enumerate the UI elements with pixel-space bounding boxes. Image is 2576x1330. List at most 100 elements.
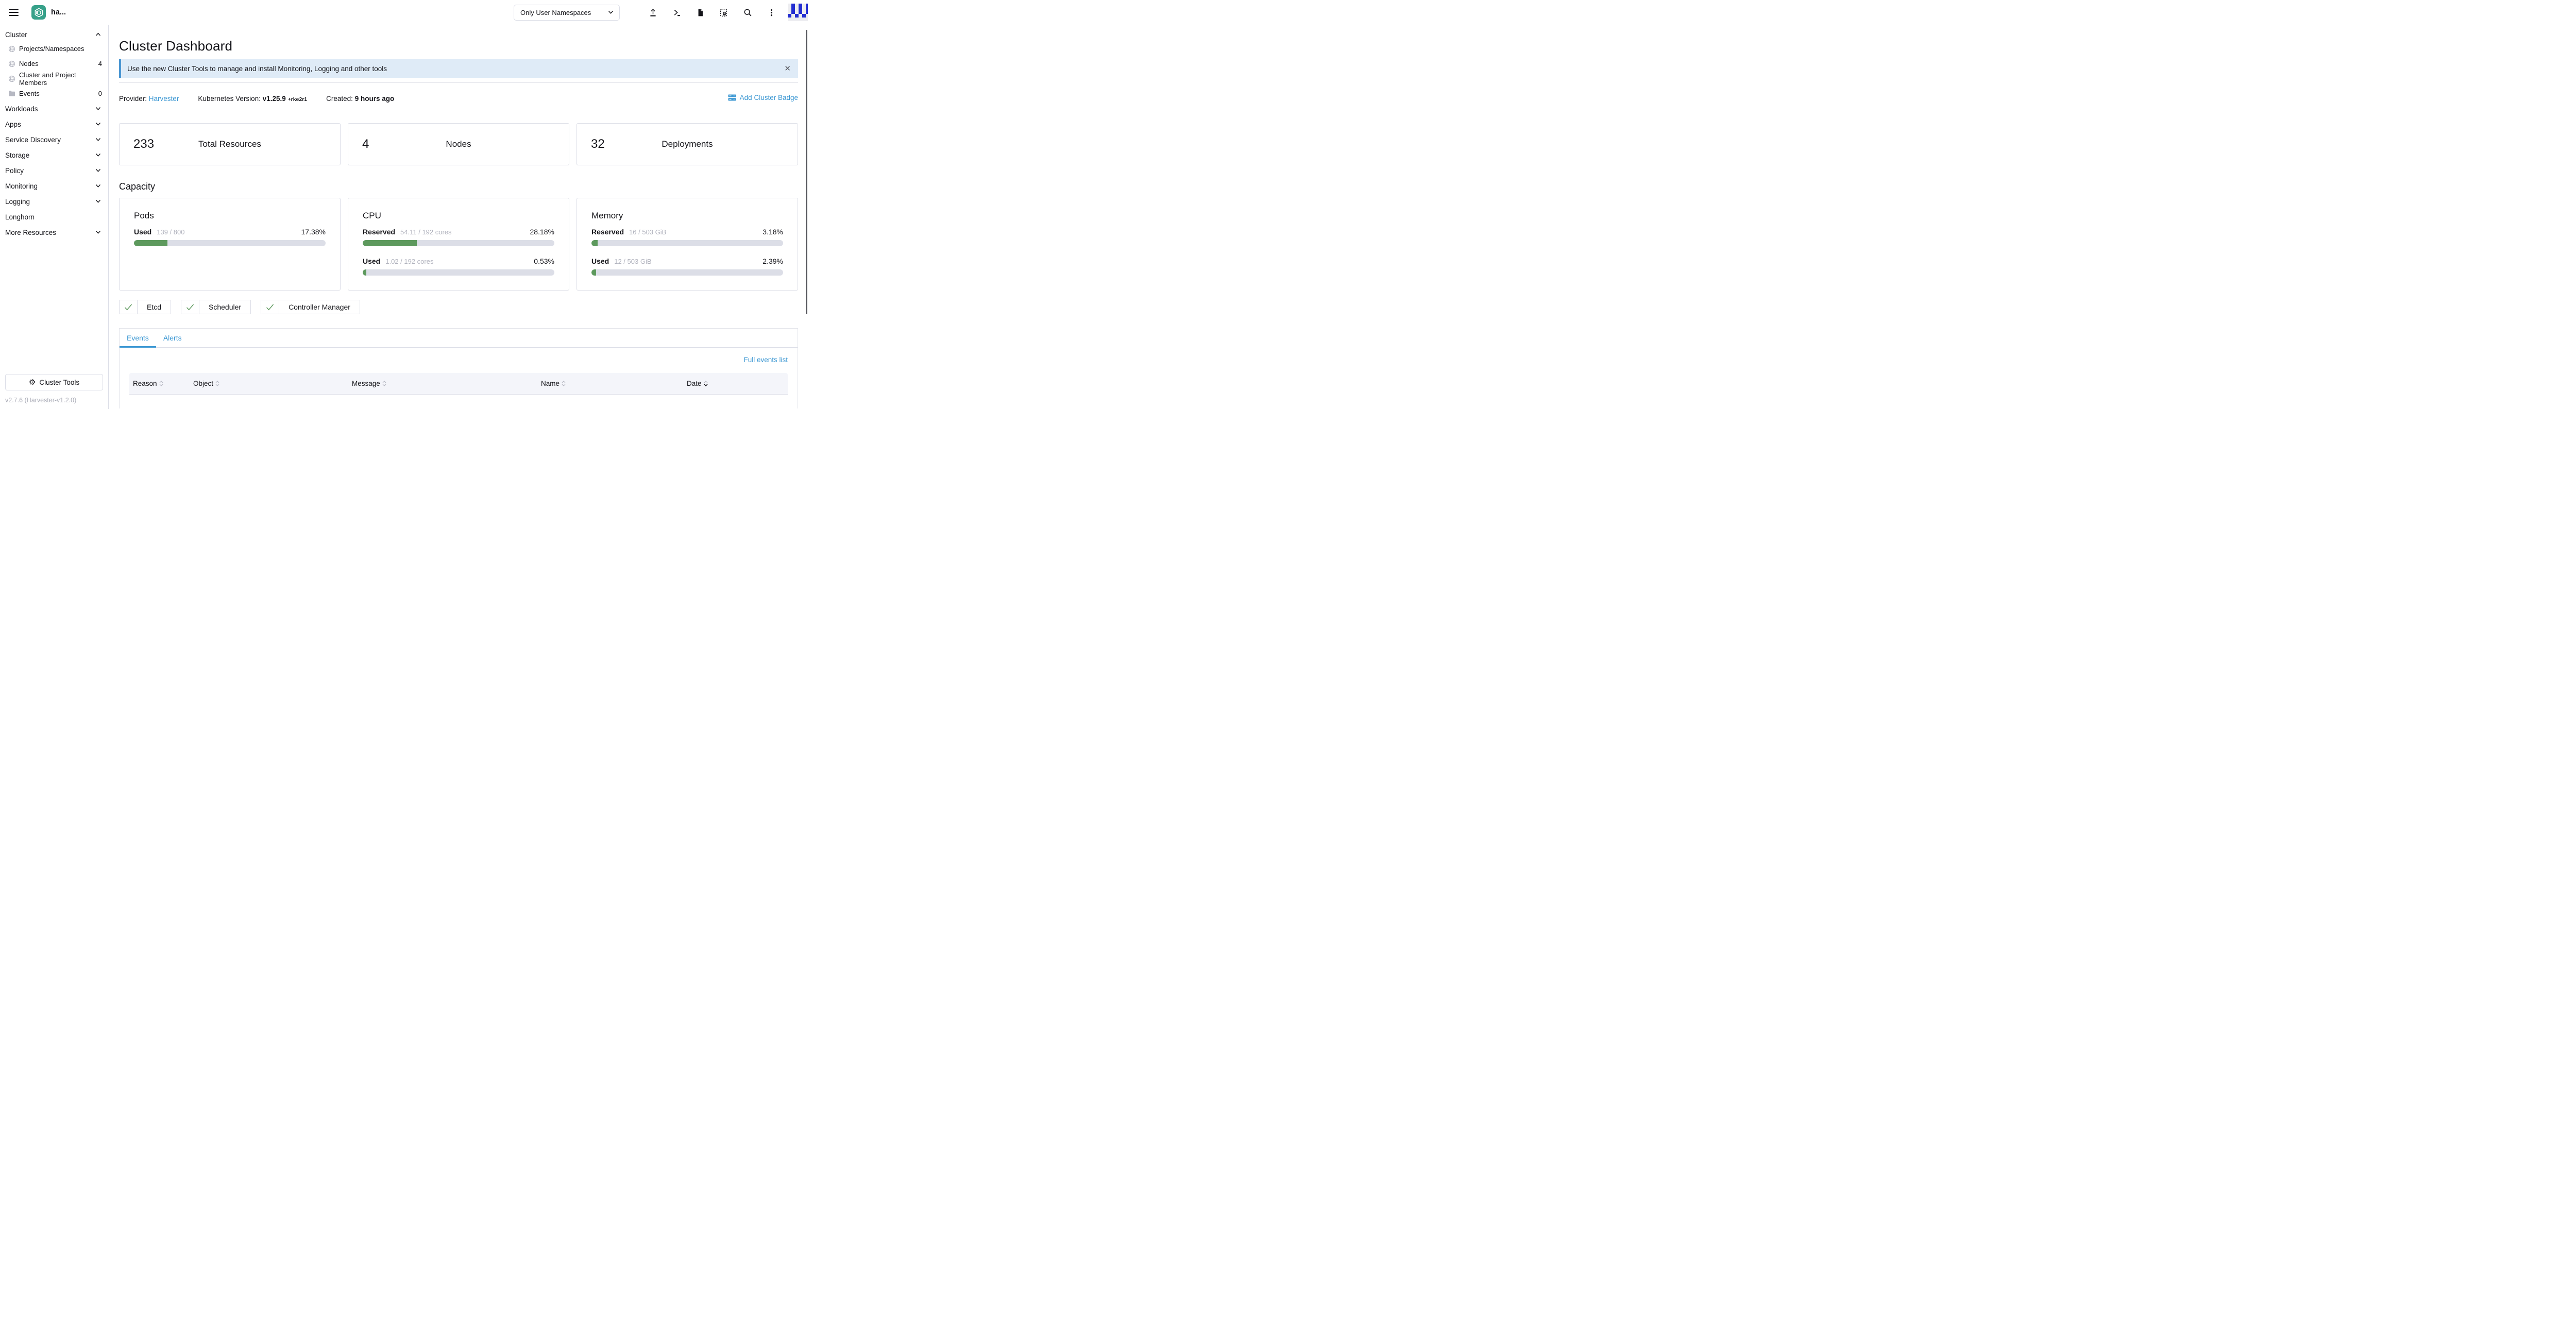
sidebar-item-nodes[interactable]: Nodes 4 (0, 56, 108, 71)
memory-used-label: Used (591, 257, 609, 265)
memory-used-percent: 2.39% (762, 257, 783, 265)
etcd-label: Etcd (138, 300, 171, 314)
sidebar-item-events[interactable]: Events 0 (0, 86, 108, 101)
kebab-menu-icon[interactable] (767, 8, 776, 17)
cluster-info-row: Provider: Harvester Kubernetes Version: … (119, 94, 798, 103)
etcd-status-badge: Etcd (119, 300, 171, 314)
search-icon[interactable] (743, 8, 752, 17)
sidebar-spacer (0, 240, 108, 374)
sidebar-group-label: Monitoring (5, 182, 38, 190)
column-label: Name (541, 380, 560, 387)
cpu-used-row: Used 1.02 / 192 cores 0.53% (363, 257, 554, 265)
nodes-label: Nodes (348, 139, 569, 149)
provider-link[interactable]: Harvester (149, 95, 179, 103)
chevron-down-icon (95, 122, 101, 126)
created-info: Created: 9 hours ago (326, 95, 394, 103)
user-avatar[interactable] (788, 4, 808, 21)
sidebar-item-label: Cluster and Project Members (19, 71, 102, 87)
cpu-reserved-progress-fill (363, 240, 417, 246)
chevron-down-icon (95, 153, 101, 157)
main-content: Cluster Dashboard Use the new Cluster To… (109, 25, 808, 409)
sidebar-group-label: Workloads (5, 105, 38, 113)
vertical-scrollbar[interactable] (806, 30, 807, 314)
harvester-logo[interactable] (31, 5, 46, 20)
cpu-reserved-progress-bar (363, 240, 554, 246)
capacity-heading: Capacity (119, 181, 798, 192)
column-header-reason[interactable]: Reason (129, 380, 190, 387)
cluster-tools-button[interactable]: ⚙ Cluster Tools (5, 374, 103, 390)
page-title: Cluster Dashboard (119, 38, 798, 54)
sidebar-group-label: Logging (5, 198, 30, 206)
nodes-card: 4 Nodes (348, 123, 569, 165)
kubectl-shell-icon[interactable] (672, 8, 681, 17)
tab-alerts[interactable]: Alerts (156, 329, 189, 347)
tab-events[interactable]: Events (120, 329, 156, 347)
sidebar-group-monitoring[interactable]: Monitoring (0, 178, 108, 194)
add-cluster-badge-button[interactable]: Add Cluster Badge (728, 94, 798, 101)
cluster-tools-label: Cluster Tools (39, 379, 79, 386)
sidebar-group-service-discovery[interactable]: Service Discovery (0, 132, 108, 147)
full-events-list-link[interactable]: Full events list (743, 356, 788, 364)
chevron-down-icon (95, 107, 101, 111)
memory-reserved-row: Reserved 16 / 503 GiB 3.18% (591, 228, 783, 236)
download-kubeconfig-file-icon[interactable] (696, 8, 705, 17)
column-header-object[interactable]: Object (190, 380, 348, 387)
kubernetes-version-label: Kubernetes Version: (198, 95, 261, 103)
divider (119, 82, 798, 83)
sidebar-group-label: Longhorn (5, 213, 35, 221)
sidebar-group-logging[interactable]: Logging (0, 194, 108, 209)
cpu-reserved-detail: 54.11 / 192 cores (400, 228, 452, 236)
cpu-reserved-percent: 28.18% (530, 228, 554, 236)
sidebar-group-label: Apps (5, 121, 21, 128)
sidebar-group-label: More Resources (5, 229, 56, 236)
capacity-cards-row: Pods Used 139 / 800 17.38% CPU Reserved … (119, 198, 798, 291)
sidebar-group-label: Policy (5, 167, 24, 175)
column-header-date[interactable]: Date (683, 380, 788, 387)
memory-used-row: Used 12 / 503 GiB 2.39% (591, 257, 783, 265)
sidebar-group-apps[interactable]: Apps (0, 116, 108, 132)
column-header-name[interactable]: Name (537, 380, 683, 387)
sidebar-group-storage[interactable]: Storage (0, 147, 108, 163)
gear-icon: ⚙ (29, 379, 36, 386)
nodes-count-badge: 4 (98, 60, 102, 67)
globe-icon (8, 60, 15, 67)
memory-reserved-label: Reserved (591, 228, 624, 236)
events-count-badge: 0 (98, 90, 102, 97)
deployments-label: Deployments (577, 139, 798, 149)
created-value: 9 hours ago (355, 95, 395, 103)
memory-capacity-card: Memory Reserved 16 / 503 GiB 3.18% Used … (577, 198, 798, 291)
sidebar-group-cluster[interactable]: Cluster (0, 28, 108, 41)
kubernetes-version-value: v1.25.9 (263, 95, 286, 103)
pods-card-title: Pods (134, 211, 326, 221)
column-header-message[interactable]: Message (348, 380, 537, 387)
upload-icon[interactable] (649, 8, 657, 17)
total-resources-card: 233 Total Resources (119, 123, 341, 165)
column-label: Message (352, 380, 380, 387)
sidebar-nav: Cluster Projects/Namespaces Nodes 4 (0, 25, 109, 409)
sidebar-group-more-resources[interactable]: More Resources (0, 225, 108, 240)
sidebar-group-workloads[interactable]: Workloads (0, 101, 108, 116)
banner-text: Use the new Cluster Tools to manage and … (127, 65, 387, 73)
memory-reserved-progress-fill (591, 240, 598, 246)
sort-icon (382, 381, 386, 386)
cluster-name-title: ha... (51, 8, 66, 16)
check-icon (124, 304, 132, 311)
close-icon[interactable]: ✕ (784, 65, 791, 73)
cpu-card-title: CPU (363, 211, 554, 221)
copy-kubeconfig-icon[interactable] (720, 8, 728, 17)
hamburger-menu-icon[interactable] (9, 9, 19, 16)
chevron-down-icon (95, 230, 101, 234)
sidebar-item-cluster-and-project-members[interactable]: Cluster and Project Members (0, 71, 108, 86)
sidebar-group-longhorn[interactable]: Longhorn (0, 209, 108, 225)
sidebar-group-policy[interactable]: Policy (0, 163, 108, 178)
sort-icon (159, 381, 163, 386)
chevron-up-icon (95, 32, 101, 37)
component-status-row: Etcd Scheduler Controller Manager (119, 300, 798, 314)
cpu-used-progress-bar (363, 269, 554, 276)
namespace-filter-dropdown[interactable]: Only User Namespaces (514, 5, 620, 21)
sort-icon (562, 381, 566, 386)
kubernetes-version-info: Kubernetes Version: v1.25.9 +rke2r1 (198, 95, 307, 103)
memory-used-progress-bar (591, 269, 783, 276)
sidebar-item-projects-namespaces[interactable]: Projects/Namespaces (0, 41, 108, 56)
pods-capacity-card: Pods Used 139 / 800 17.38% (119, 198, 341, 291)
